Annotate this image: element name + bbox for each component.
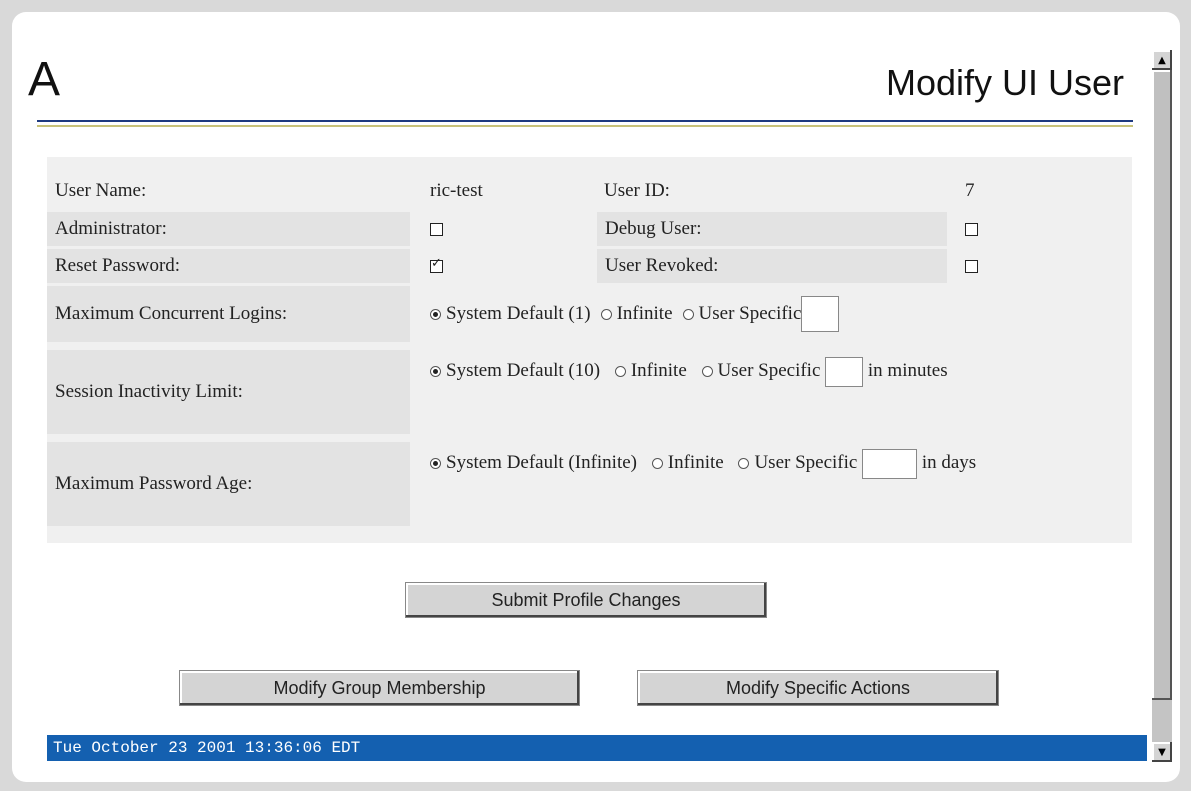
modify-specific-actions-button[interactable]: Modify Specific Actions	[637, 670, 999, 706]
user-name-label: User Name:	[55, 180, 147, 201]
user-profile-form: User Name: ric-test User ID: 7 Administr…	[47, 157, 1132, 543]
radio-icon[interactable]	[682, 309, 694, 321]
administrator-label: Administrator:	[47, 212, 410, 246]
session-limit-option-default[interactable]: System Default (10)	[430, 360, 600, 381]
submit-profile-button[interactable]: Submit Profile Changes	[405, 582, 767, 618]
option-label: Infinite	[630, 360, 687, 381]
password-age-unit: in days	[921, 452, 977, 473]
debug-user-label: Debug User:	[597, 212, 947, 246]
reset-password-checkbox[interactable]	[430, 256, 443, 273]
option-label: Infinite	[667, 452, 724, 473]
administrator-cell	[430, 212, 470, 246]
option-label: System Default (1)	[446, 303, 591, 324]
window-frame: A Modify UI User User Name: ric-test Use…	[12, 12, 1180, 782]
option-label: Infinite	[616, 303, 673, 324]
vertical-scrollbar[interactable]: ▲ ▼	[1152, 50, 1172, 762]
option-label: System Default (10)	[446, 360, 601, 381]
password-age-option-specific[interactable]: User Specific	[738, 452, 857, 473]
session-limit-unit: in minutes	[867, 360, 948, 381]
radio-icon[interactable]	[701, 366, 713, 378]
max-logins-label: Maximum Concurrent Logins:	[47, 286, 410, 342]
administrator-checkbox[interactable]	[430, 222, 443, 236]
password-age-options: System Default (Infinite) Infinite User …	[430, 442, 1130, 526]
max-logins-option-default[interactable]: System Default (1)	[430, 303, 591, 325]
scroll-down-icon[interactable]: ▼	[1152, 742, 1172, 762]
password-age-label: Maximum Password Age:	[47, 442, 410, 526]
radio-icon[interactable]	[614, 366, 626, 378]
max-logins-option-infinite[interactable]: Infinite	[600, 303, 673, 325]
user-revoked-label: User Revoked:	[597, 249, 947, 283]
session-limit-option-infinite[interactable]: Infinite	[614, 360, 687, 381]
radio-icon[interactable]	[430, 309, 441, 321]
header-rule-blue	[37, 120, 1133, 122]
radio-icon[interactable]	[738, 458, 750, 470]
user-revoked-checkbox[interactable]	[965, 259, 978, 273]
password-age-option-default[interactable]: System Default (Infinite)	[430, 452, 637, 473]
user-revoked-cell	[965, 249, 1005, 283]
password-age-option-infinite[interactable]: Infinite	[651, 452, 724, 473]
session-limit-label: Session Inactivity Limit:	[47, 350, 410, 434]
debug-user-cell	[965, 212, 1005, 246]
reset-password-label: Reset Password:	[47, 249, 410, 283]
user-id-value: 7	[965, 180, 975, 201]
max-logins-option-specific[interactable]: User Specific	[682, 303, 802, 325]
debug-user-checkbox[interactable]	[965, 222, 978, 236]
user-name-value: ric-test	[430, 180, 483, 201]
radio-icon[interactable]	[600, 309, 612, 321]
status-bar: Tue October 23 2001 13:36:06 EDT	[47, 735, 1147, 761]
max-logins-input[interactable]	[801, 296, 840, 332]
radio-icon[interactable]	[430, 366, 441, 378]
radio-icon[interactable]	[430, 458, 441, 470]
scroll-thumb[interactable]	[1152, 70, 1172, 700]
header-rule-gold	[37, 125, 1133, 127]
session-limit-options: System Default (10) Infinite User Specif…	[430, 350, 1080, 434]
session-limit-input[interactable]	[825, 356, 864, 387]
reset-password-cell	[430, 249, 470, 283]
session-limit-option-specific[interactable]: User Specific	[701, 360, 821, 381]
radio-icon[interactable]	[651, 458, 663, 470]
password-age-input[interactable]	[862, 448, 918, 479]
option-label: User Specific	[754, 452, 858, 473]
option-label: User Specific	[698, 303, 802, 324]
modify-group-membership-button[interactable]: Modify Group Membership	[179, 670, 580, 706]
user-id-label: User ID:	[604, 180, 670, 201]
logo: A	[28, 53, 61, 106]
max-logins-options: System Default (1) Infinite User Specifi…	[430, 286, 1120, 342]
scroll-up-icon[interactable]: ▲	[1152, 50, 1172, 70]
option-label: System Default (Infinite)	[446, 452, 638, 473]
page-title: Modify UI User	[885, 62, 1124, 103]
option-label: User Specific	[717, 360, 821, 381]
